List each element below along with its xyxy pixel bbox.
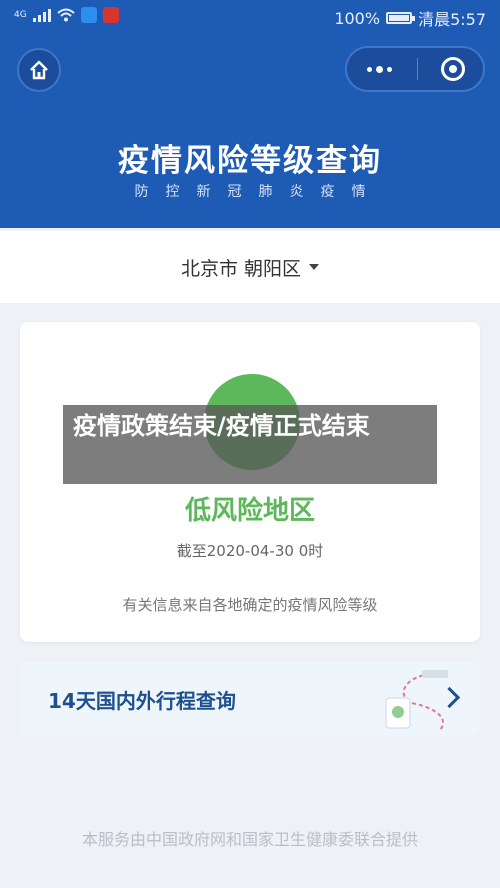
as-of-time: 截至2020-04-30 0时 [176,542,324,560]
home-icon [30,60,48,80]
header: 4G 100% 清晨5:57 疫情风险等级查询 防控新冠肺炎疫情 [0,0,500,228]
page-subtitle: 防控新冠肺炎疫情 [134,184,383,200]
overlay-text: 疫情政策结束/疫情正式结束 [73,412,370,440]
battery-icon [386,12,416,24]
footer-credit: 本服务由中国政府网和国家卫生健康委联合提供 [81,830,418,849]
page-title: 疫情风险等级查询 [118,143,382,179]
travel-query-label: 14天国内外行程查询 [48,689,236,713]
miniprogram-capsule [345,46,485,92]
news-app-icon [102,7,119,23]
travel-query-button[interactable]: 14天国内外行程查询 [20,662,480,736]
close-miniprogram-button[interactable] [441,57,465,81]
data-source-note: 有关信息来自各地确定的疫情风险等级 [122,596,378,614]
region-selector[interactable]: 北京市 朝阳区 [0,231,500,303]
risk-level: 低风险地区 [184,496,315,526]
app-notification-icon [80,7,97,23]
wifi-icon [57,8,75,22]
status-bar: 4G 100% 清晨5:57 [0,0,500,34]
signal-icon [32,8,51,22]
more-button[interactable] [367,66,392,73]
caret-down-icon [309,264,320,270]
clock: 清晨5:57 [418,10,486,29]
overlay-banner: 疫情政策结束/疫情正式结束 [63,405,437,484]
network-type: 4G [14,10,27,20]
region-label: 北京市 朝阳区 [180,257,302,280]
battery-percent: 100% [334,8,381,28]
home-button[interactable] [17,48,61,92]
